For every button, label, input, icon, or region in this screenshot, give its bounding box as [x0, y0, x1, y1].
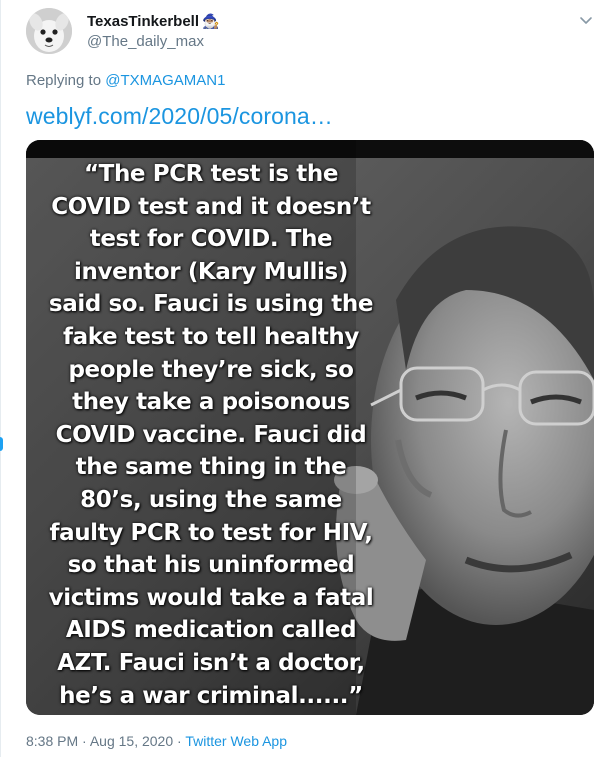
avatar[interactable]: [26, 8, 72, 54]
quote-line: inventor (Kary Mullis): [74, 258, 348, 285]
reply-prefix: Replying to: [26, 72, 102, 89]
quote-line: AZT. Fauci isn’t a doctor,: [57, 649, 365, 676]
dog-avatar-image: [26, 8, 72, 54]
tweet-metadata: 8:38 PM · Aug 15, 2020 · Twitter Web App: [26, 733, 287, 749]
quote-line: “The PCR test is the: [83, 161, 339, 187]
quote-line: AIDS medication called: [65, 617, 357, 644]
media-quote-text: “The PCR test is the COVID test and it d…: [26, 158, 396, 712]
reply-context: Replying to @TXMAGAMAN1: [26, 72, 225, 89]
quote-line: COVID vaccine. Fauci did: [55, 421, 367, 448]
quote-line: COVID test and it doesn’t: [51, 193, 371, 220]
tweet-time[interactable]: 8:38 PM: [26, 733, 78, 749]
tweet-date[interactable]: Aug 15, 2020: [90, 733, 173, 749]
author-name-text: TexasTinkerbell: [87, 13, 200, 30]
author-emoji: 🧙🏽‍♂️: [202, 13, 220, 29]
quote-line: victims would take a fatal: [48, 584, 374, 611]
author-handle[interactable]: @The_daily_max: [87, 33, 204, 50]
quote-line: faulty PCR to test for HIV,: [49, 519, 373, 546]
quote-line: they take a poisonous: [72, 389, 350, 416]
quote-line: 80’s, using the same: [80, 486, 342, 513]
quote-line: said so. Fauci is using the: [48, 291, 374, 318]
source-app-link[interactable]: Twitter Web App: [185, 733, 287, 749]
chevron-down-icon[interactable]: [578, 12, 594, 28]
quote-line: the same thing in the: [75, 454, 347, 481]
meta-separator: ·: [82, 733, 87, 749]
tweet-media-image[interactable]: “The PCR test is the COVID test and it d…: [26, 140, 594, 715]
quote-line: fake test to tell healthy: [62, 323, 359, 350]
quote-line: test for COVID. The: [89, 226, 333, 253]
quote-line: so that his uninformed: [67, 552, 355, 579]
quote-line: people they’re sick, so: [68, 356, 354, 383]
thread-indicator: [0, 437, 3, 451]
timeline-divider: [0, 0, 1, 757]
reply-mention-link[interactable]: @TXMAGAMAN1: [105, 72, 225, 89]
quote-line: he’s a war criminal......”: [59, 682, 363, 709]
article-link[interactable]: weblyf.com/2020/05/corona…: [26, 103, 333, 130]
meta-separator: ·: [177, 733, 182, 749]
author-name[interactable]: TexasTinkerbell 🧙🏽‍♂️: [87, 13, 219, 30]
